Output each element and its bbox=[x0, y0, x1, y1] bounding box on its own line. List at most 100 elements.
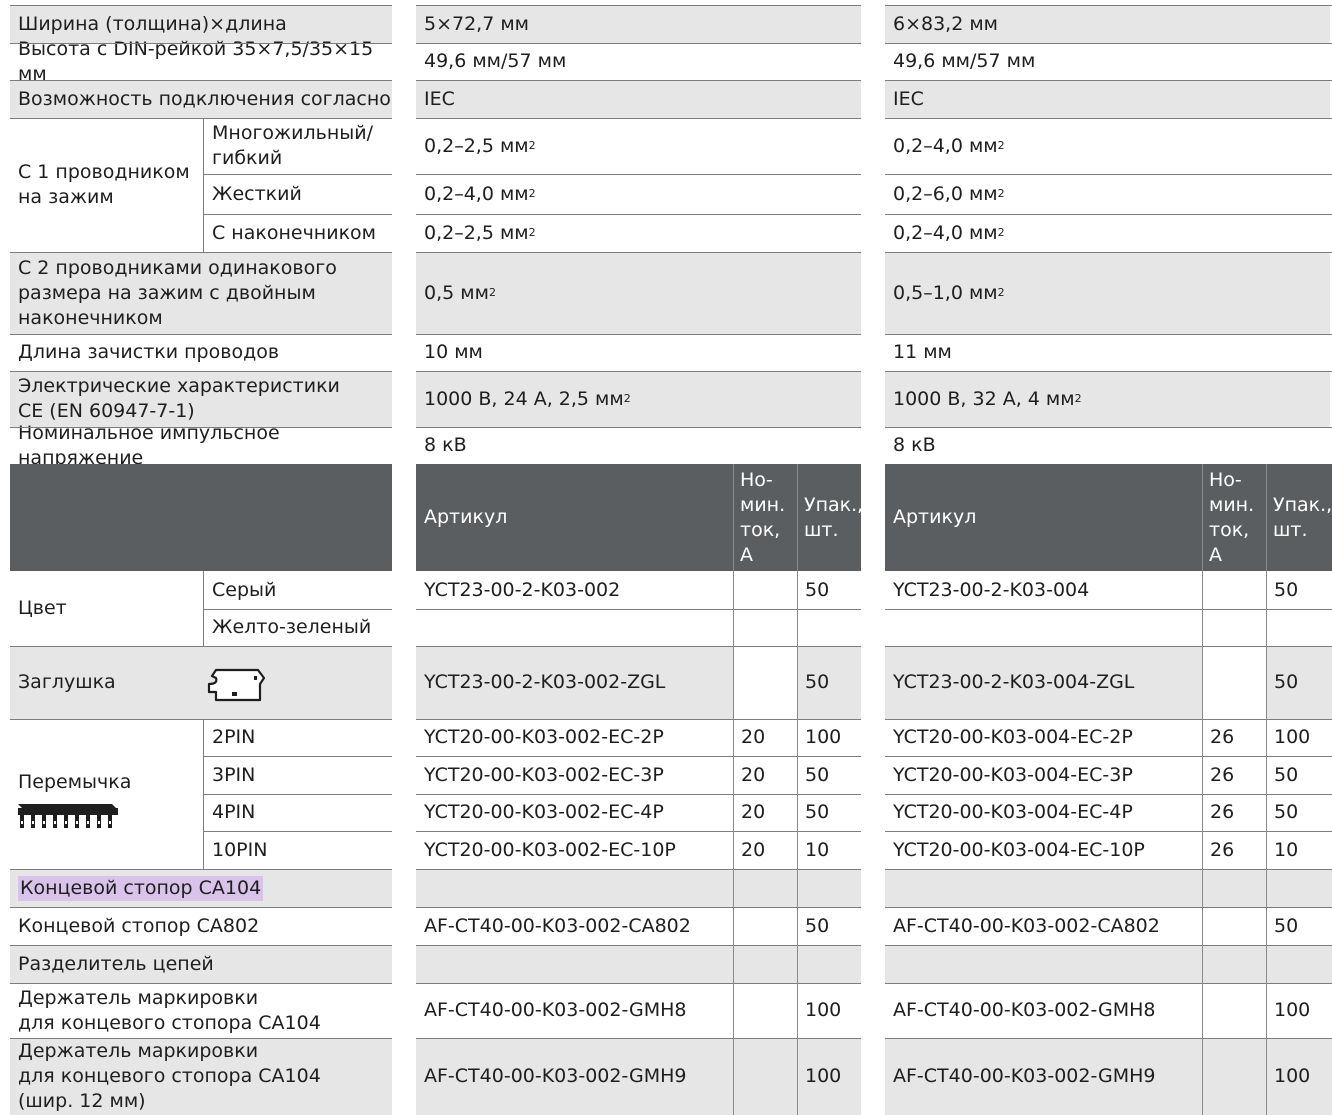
jumper-bar-icon bbox=[18, 804, 118, 828]
elec-b: 1000 В, 32 А, 4 мм 2 bbox=[885, 371, 1330, 427]
header-blank bbox=[10, 464, 392, 571]
header-current-b: Но- мин. ток, А bbox=[1202, 464, 1266, 571]
sub-label-grey: Серый bbox=[204, 571, 392, 609]
jumper-a-pack: 50 bbox=[797, 794, 861, 831]
cap-b-pack: 50 bbox=[1266, 646, 1332, 719]
two-a: 0,5 мм 2 bbox=[416, 252, 861, 334]
strip-b: 11 мм bbox=[885, 334, 1330, 371]
holder9-a-current bbox=[733, 1038, 797, 1115]
stop802-b-article: AF-CT40-00-K03-002-CA802 bbox=[885, 907, 1202, 945]
stop104-a bbox=[416, 869, 861, 907]
holder8-a-article: AF-CT40-00-K03-002-GMH8 bbox=[416, 983, 733, 1038]
holder9-b-pack: 100 bbox=[1266, 1038, 1332, 1115]
jumper-a-pack: 10 bbox=[797, 831, 861, 869]
holder9-b-article: AF-CT40-00-K03-002-GMH9 bbox=[885, 1038, 1202, 1115]
header-article-a: Артикул bbox=[416, 464, 733, 571]
end-cap-icon bbox=[207, 668, 266, 702]
row-label-cap: Заглушка bbox=[10, 646, 392, 719]
multi-b: 0,2–4,0 мм 2 bbox=[885, 118, 1330, 174]
header-article-b: Артикул bbox=[885, 464, 1202, 571]
row-label-holder-gmh8: Держатель маркировки для концевого стопо… bbox=[10, 983, 392, 1038]
jumper-b-current: 26 bbox=[1202, 756, 1266, 794]
solid-b: 0,2–6,0 мм 2 bbox=[885, 174, 1330, 214]
row-label-connect: Возможность подключения согласно bbox=[10, 80, 392, 118]
stop802-a-pack: 50 bbox=[797, 907, 861, 945]
width-b: 6×83,2 мм bbox=[885, 6, 1330, 43]
jumper-pin: 10PIN bbox=[204, 831, 392, 869]
stop104-b bbox=[885, 869, 1332, 907]
sub-label-yellow-green: Желто-зеленый bbox=[204, 609, 392, 646]
jumper-a-pack: 50 bbox=[797, 756, 861, 794]
row-label-electrical: Электрические характеристики CE (EN 6094… bbox=[10, 371, 392, 427]
grey-b-article: YCT23-00-2-K03-004 bbox=[885, 571, 1202, 609]
jumper-b-article: YCT20-00-K03-004-EC-4P bbox=[885, 794, 1202, 831]
jumper-b-article: YCT20-00-K03-004-EC-3P bbox=[885, 756, 1202, 794]
cap-b-article: YCT23-00-2-K03-004-ZGL bbox=[885, 646, 1202, 719]
jumper-b-current: 26 bbox=[1202, 719, 1266, 756]
header-pack-b: Упак., шт. bbox=[1266, 464, 1332, 571]
holder8-a-pack: 100 bbox=[797, 983, 861, 1038]
height-b: 49,6 мм/57 мм bbox=[885, 43, 1330, 80]
jumper-pin: 3PIN bbox=[204, 756, 392, 794]
grey-a-pack: 50 bbox=[797, 571, 861, 609]
strip-a: 10 мм bbox=[416, 334, 861, 371]
jumper-a-current: 20 bbox=[733, 794, 797, 831]
highlight-mark: Концевой стопор CA104 bbox=[18, 875, 264, 901]
impulse-b: 8 кВ bbox=[885, 427, 1330, 464]
holder9-b-current bbox=[1202, 1038, 1266, 1115]
jumper-pin: 2PIN bbox=[204, 719, 392, 756]
jumper-a-pack: 100 bbox=[797, 719, 861, 756]
holder9-a-pack: 100 bbox=[797, 1038, 861, 1115]
row-label-height: Высота с DIN-рейкой 35×7,5/35×15 мм bbox=[10, 38, 392, 85]
jumper-a-current: 20 bbox=[733, 831, 797, 869]
row-label-strip: Длина зачистки проводов bbox=[10, 334, 392, 371]
impulse-a: 8 кВ bbox=[416, 427, 861, 464]
grey-a-article: YCT23-00-2-K03-002 bbox=[416, 571, 733, 609]
multi-a: 0,2–2,5 мм 2 bbox=[416, 118, 861, 174]
cap-a-pack: 50 bbox=[797, 646, 861, 719]
stop802-b-pack: 50 bbox=[1266, 907, 1332, 945]
holder8-b-pack: 100 bbox=[1266, 983, 1332, 1038]
connect-b: IEC bbox=[885, 80, 1330, 118]
jumper-b-pack: 50 bbox=[1266, 794, 1332, 831]
height-a: 49,6 мм/57 мм bbox=[416, 43, 861, 80]
cap-a-article: YCT23-00-2-K03-002-ZGL bbox=[416, 646, 733, 719]
jumper-b-current: 26 bbox=[1202, 831, 1266, 869]
row-label-impulse: Номинальное импульсное напряжение bbox=[10, 422, 392, 469]
connect-a: IEC bbox=[416, 80, 861, 118]
jumper-a-article: YCT20-00-K03-002-EC-2P bbox=[416, 719, 733, 756]
separator-a bbox=[416, 945, 861, 983]
jumper-a-current: 20 bbox=[733, 756, 797, 794]
jumper-a-article: YCT20-00-K03-002-EC-10P bbox=[416, 831, 733, 869]
row-label-one-conductor: С 1 проводником на зажим bbox=[10, 118, 204, 252]
solid-a: 0,2–4,0 мм 2 bbox=[416, 174, 861, 214]
row-label-stop-ca802: Концевой стопор CA802 bbox=[10, 907, 392, 945]
jumper-b-article: YCT20-00-K03-004-EC-2P bbox=[885, 719, 1202, 756]
holder9-a-article: AF-CT40-00-K03-002-GMH9 bbox=[416, 1038, 733, 1115]
row-label-stop-ca104: Концевой стопор CA104 bbox=[10, 869, 392, 907]
ferrule-b: 0,2–4,0 мм 2 bbox=[885, 214, 1330, 252]
jumper-b-article: YCT20-00-K03-004-EC-10P bbox=[885, 831, 1202, 869]
jumper-b-current: 26 bbox=[1202, 794, 1266, 831]
row-label-color: Цвет bbox=[10, 571, 204, 646]
row-label-jumper: Перемычка bbox=[10, 719, 204, 869]
jumper-b-pack: 10 bbox=[1266, 831, 1332, 869]
jumper-a-article: YCT20-00-K03-002-EC-4P bbox=[416, 794, 733, 831]
separator-b bbox=[885, 945, 1332, 983]
jumper-pin: 4PIN bbox=[204, 794, 392, 831]
header-current-a: Но- мин. ток, А bbox=[733, 464, 797, 571]
jumper-a-current: 20 bbox=[733, 719, 797, 756]
stop802-a-article: AF-CT40-00-K03-002-CA802 bbox=[416, 907, 733, 945]
sub-label-ferrule: С наконечником bbox=[204, 214, 392, 252]
row-label-separator: Разделитель цепей bbox=[10, 945, 392, 983]
two-b: 0,5–1,0 мм 2 bbox=[885, 252, 1330, 334]
sub-label-solid: Жесткий bbox=[204, 174, 392, 214]
grey-b-pack: 50 bbox=[1266, 571, 1332, 609]
row-label-holder-gmh9: Держатель маркировки для концевого стопо… bbox=[10, 1038, 392, 1115]
row-label-two-conductor: С 2 проводниками одинакового размера на … bbox=[10, 252, 392, 334]
header-pack-a: Упак., шт. bbox=[797, 464, 863, 571]
sub-label-multi: Многожильный/ гибкий bbox=[204, 118, 392, 174]
jumper-a-article: YCT20-00-K03-002-EC-3P bbox=[416, 756, 733, 794]
holder8-b-article: AF-CT40-00-K03-002-GMH8 bbox=[885, 983, 1202, 1038]
jumper-b-pack: 50 bbox=[1266, 756, 1332, 794]
